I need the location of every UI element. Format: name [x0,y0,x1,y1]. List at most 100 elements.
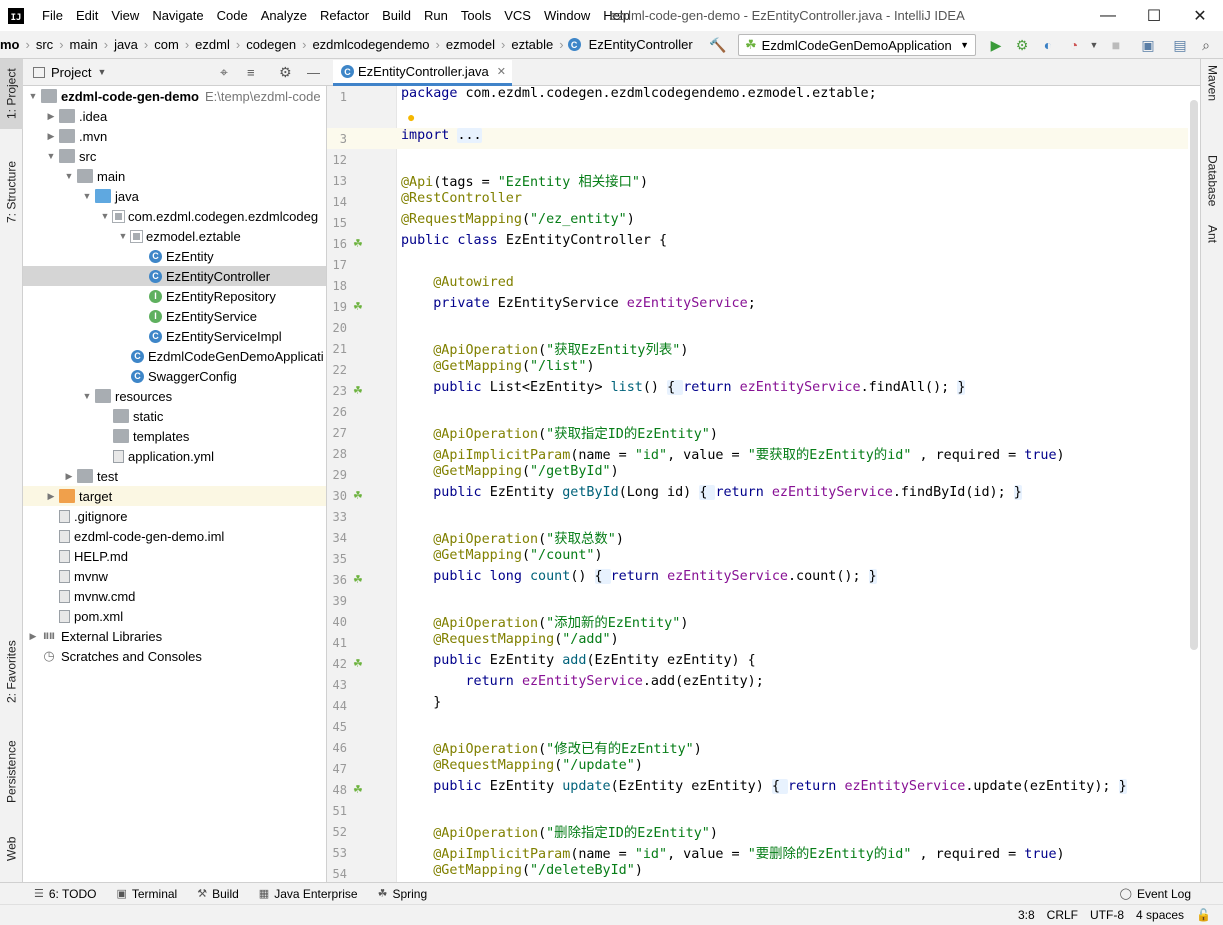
debug-icon[interactable]: ⚙ [1012,35,1032,55]
chevron-right-icon[interactable]: ▶ [45,491,57,502]
spring-bean-icon[interactable]: ☘ [353,657,363,670]
maximize-button[interactable]: ☐ [1131,0,1177,31]
tree-node[interactable]: C EzEntityServiceImpl [23,326,326,346]
breadcrumb-item[interactable]: main [66,37,102,52]
event-log-tab[interactable]: ◯ Event Log [1120,887,1191,901]
search-icon[interactable]: ⌕ [1196,35,1216,55]
tree-node[interactable]: ▼ src [23,146,326,166]
breadcrumb-item[interactable]: java [110,37,142,52]
tab-database[interactable]: Database [1201,155,1223,235]
tab-ant[interactable]: Ant [1201,225,1223,265]
tab-maven[interactable]: Maven [1201,65,1223,135]
chevron-down-icon[interactable]: ▼ [27,91,39,101]
tree-node[interactable]: application.yml [23,446,326,466]
chevron-down-icon[interactable]: ▼ [99,211,111,221]
menu-item-analyze[interactable]: Analyze [255,0,314,31]
spring-bean-icon[interactable]: ☘ [353,300,363,313]
tree-node[interactable]: ▼ resources [23,386,326,406]
collapse-all-icon[interactable]: ≡ [247,65,255,80]
editor-scrollbar[interactable] [1188,86,1200,882]
tree-node[interactable]: ▶ .idea [23,106,326,126]
tree-node[interactable]: mvnw.cmd [23,586,326,606]
tab-structure[interactable]: 7: Structure [0,149,23,234]
spring-bean-icon[interactable]: ☘ [353,573,363,586]
spring-bean-icon[interactable]: ☘ [353,783,363,796]
breadcrumb-item[interactable]: com [150,37,183,52]
spring-bean-icon[interactable]: ☘ [353,237,363,250]
run-configuration-select[interactable]: ☘ EzdmlCodeGenDemoApplication ▼ [738,34,976,56]
bottom-tab[interactable]: ☘ Spring [378,887,428,901]
bottom-tab[interactable]: ▣ Terminal [116,887,177,901]
menu-item-build[interactable]: Build [376,0,418,31]
chevron-down-icon[interactable]: ▼ [63,171,75,181]
chevron-right-icon[interactable]: ▶ [45,131,57,142]
menu-item-tools[interactable]: Tools [455,0,498,31]
breadcrumb-item[interactable]: ezmodel [442,37,499,52]
breadcrumb-item[interactable]: EzEntityController [585,37,697,52]
minimize-button[interactable]: — [1085,0,1131,31]
chevron-down-icon[interactable]: ▼ [81,391,93,401]
tree-node[interactable]: ▼ com.ezdml.codegen.ezdmlcodeg [23,206,326,226]
tab-web[interactable]: Web [0,824,23,874]
tree-node[interactable]: templates [23,426,326,446]
bottom-tab[interactable]: ⚒ Build [197,887,239,901]
breadcrumb-item[interactable]: src [32,37,57,52]
close-icon[interactable]: ✕ [497,65,506,78]
menu-item-code[interactable]: Code [211,0,255,31]
tree-node[interactable]: C SwaggerConfig [23,366,326,386]
menu-item-run[interactable]: Run [418,0,455,31]
breadcrumb-item[interactable]: ezdmlcodegendemo [308,37,433,52]
run-icon[interactable]: ▶ [986,35,1006,55]
stop-icon[interactable]: ■ [1106,35,1126,55]
hide-icon[interactable]: — [307,65,320,80]
tab-ezentitycontroller[interactable]: C EzEntityController.java ✕ [333,60,512,86]
coverage-icon[interactable]: ◐ [1038,35,1058,55]
tree-node[interactable]: pom.xml [23,606,326,626]
menu-item-view[interactable]: View [105,0,146,31]
lock-icon[interactable]: 🔓 [1196,908,1211,922]
tree-node[interactable]: ▶ .mvn [23,126,326,146]
chevron-down-icon[interactable]: ▼ [81,191,93,201]
tree-node[interactable]: ◷ Scratches and Consoles [23,646,326,666]
menu-item-edit[interactable]: Edit [70,0,105,31]
project-panel-title[interactable]: Project [51,65,91,80]
tree-node[interactable]: .gitignore [23,506,326,526]
tree-node[interactable]: I EzEntityService [23,306,326,326]
tree-node[interactable]: C EzEntityController [23,266,326,286]
tree-node[interactable]: ▼ java [23,186,326,206]
menu-item-vcs[interactable]: VCS [498,0,538,31]
menu-item-refactor[interactable]: Refactor [314,0,376,31]
indent-setting[interactable]: 4 spaces [1136,908,1184,922]
chevron-right-icon[interactable]: ▶ [63,471,75,482]
gear-icon[interactable]: ⚙ [279,64,292,81]
intention-bulb-icon[interactable]: ● [407,109,415,125]
tree-node[interactable]: ▼ ezmodel.eztable [23,226,326,246]
chevron-right-icon[interactable]: ▶ [27,631,39,642]
menu-item-file[interactable]: File [36,0,70,31]
tree-node[interactable]: static [23,406,326,426]
close-button[interactable]: ✕ [1177,0,1223,31]
caret-position[interactable]: 3:8 [1018,908,1035,922]
profile-icon[interactable]: ◔ [1064,35,1084,55]
build-hammer-icon[interactable]: 🔨 [708,35,728,55]
locate-icon[interactable]: ⌖ [220,64,228,81]
tree-node[interactable]: I EzEntityRepository [23,286,326,306]
bottom-tab[interactable]: ☰ 6: TODO [34,887,96,901]
tree-node[interactable]: ▶ ⅡⅡ External Libraries [23,626,326,646]
tab-project[interactable]: 1: Project [0,59,23,129]
spring-bean-icon[interactable]: ☘ [353,384,363,397]
layout-icon[interactable]: ▤ [1170,35,1190,55]
scrollbar-thumb[interactable] [1190,100,1198,650]
project-structure-icon[interactable]: ▣ [1138,35,1158,55]
chevron-down-icon[interactable]: ▼ [117,231,129,241]
tree-node[interactable]: C EzdmlCodeGenDemoApplicati [23,346,326,366]
breadcrumb-item[interactable]: codegen [242,37,300,52]
tree-node[interactable]: ▼ main [23,166,326,186]
tree-node[interactable]: C EzEntity [23,246,326,266]
bottom-tab[interactable]: ▦ Java Enterprise [259,887,358,901]
chevron-down-icon[interactable]: ▼ [1084,35,1104,55]
tree-node[interactable]: ▶ target [23,486,326,506]
menu-item-window[interactable]: Window [538,0,597,31]
code-editor[interactable]: package com.ezdml.codegen.ezdmlcodegende… [397,86,1188,882]
tree-node[interactable]: ezdml-code-gen-demo.iml [23,526,326,546]
